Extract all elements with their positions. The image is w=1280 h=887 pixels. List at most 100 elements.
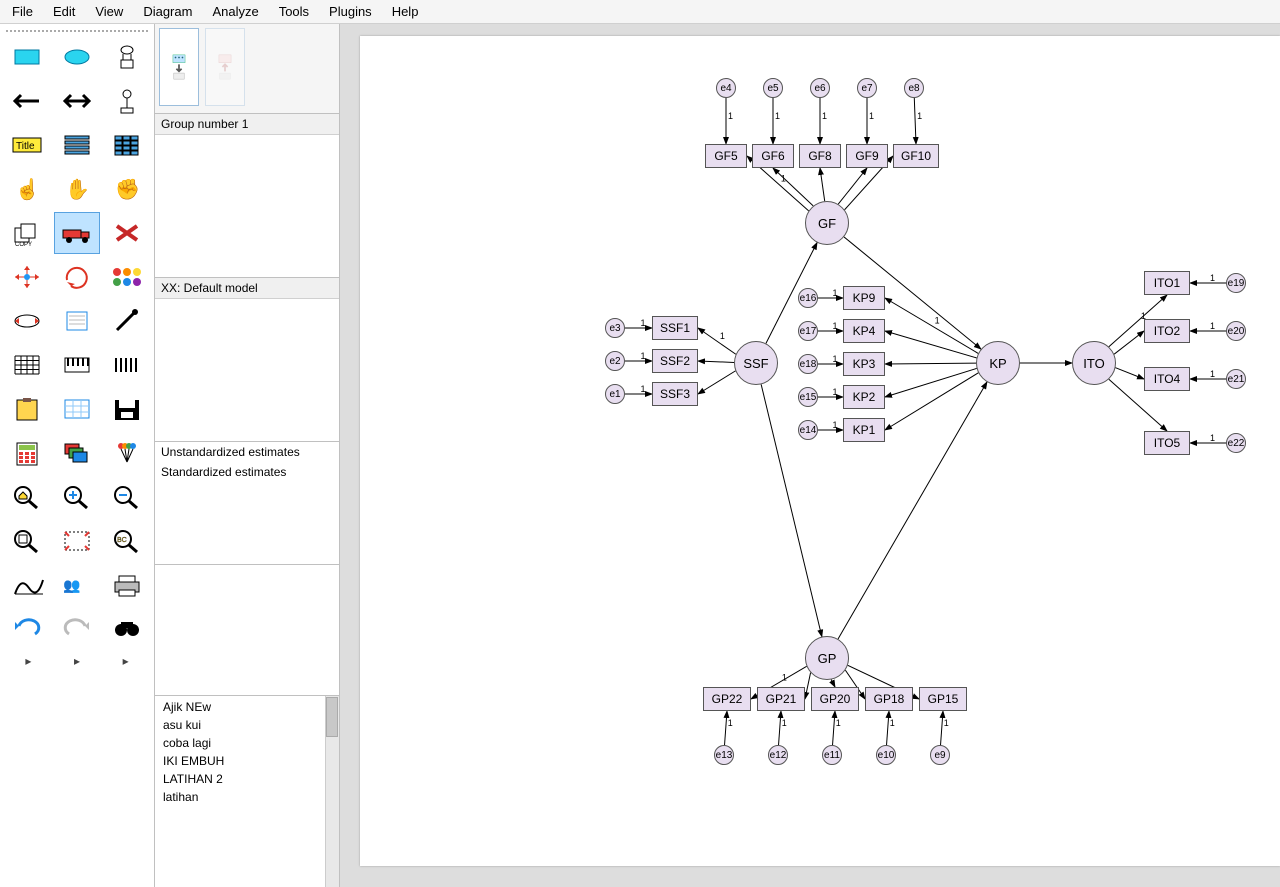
observed-GP21[interactable]: GP21 <box>757 687 805 711</box>
tool-zoom-page[interactable] <box>4 520 50 562</box>
error-e5[interactable]: e5 <box>763 78 783 98</box>
canvas-area[interactable]: 111111111111111111111111111 GFSSFKPITOGP… <box>340 24 1280 887</box>
file-item[interactable]: asu kui <box>155 716 339 734</box>
latent-GF[interactable]: GF <box>805 201 849 245</box>
error-e12[interactable]: e12 <box>768 745 788 765</box>
error-e15[interactable]: e15 <box>798 387 818 407</box>
observed-GF8[interactable]: GF8 <box>799 144 841 168</box>
tool-curve[interactable] <box>4 564 50 606</box>
tool-indicator[interactable] <box>104 36 150 78</box>
groups-header[interactable]: Group number 1 <box>155 114 339 135</box>
files-scrollbar[interactable] <box>325 696 339 887</box>
observed-SSF3[interactable]: SSF3 <box>652 382 698 406</box>
tool-loop[interactable] <box>4 300 50 342</box>
tool-copy[interactable]: COPY <box>4 212 50 254</box>
latent-KP[interactable]: KP <box>976 341 1020 385</box>
tool-delete-x[interactable] <box>104 212 150 254</box>
error-e22[interactable]: e22 <box>1226 433 1246 453</box>
tool-wand[interactable] <box>104 300 150 342</box>
tool-scroll[interactable] <box>54 300 100 342</box>
observed-KP9[interactable]: KP9 <box>843 286 885 310</box>
observed-GF10[interactable]: GF10 <box>893 144 939 168</box>
menu-view[interactable]: View <box>85 0 133 23</box>
error-e3[interactable]: e3 <box>605 318 625 338</box>
models-header[interactable]: XX: Default model <box>155 278 339 299</box>
tool-arrow-left[interactable] <box>4 80 50 122</box>
tool-title[interactable]: Title <box>4 124 50 166</box>
tool-piano2[interactable] <box>104 344 150 386</box>
error-e6[interactable]: e6 <box>810 78 830 98</box>
observed-GF6[interactable]: GF6 <box>752 144 794 168</box>
error-e16[interactable]: e16 <box>798 288 818 308</box>
observed-GP18[interactable]: GP18 <box>865 687 913 711</box>
tool-zoom-out[interactable] <box>104 476 150 518</box>
tool-fit[interactable] <box>54 520 100 562</box>
calculate-estimates-button[interactable] <box>159 28 199 106</box>
estimate-option[interactable]: Unstandardized estimates <box>155 442 339 462</box>
menu-analyze[interactable]: Analyze <box>202 0 268 23</box>
error-e19[interactable]: e19 <box>1226 273 1246 293</box>
file-item[interactable]: IKI EMBUH <box>155 752 339 770</box>
tool-move-all[interactable] <box>4 256 50 298</box>
tool-grid[interactable] <box>4 344 50 386</box>
tool-redo[interactable] <box>54 608 100 650</box>
observed-KP1[interactable]: KP1 <box>843 418 885 442</box>
tool-rotate[interactable] <box>54 256 100 298</box>
observed-KP3[interactable]: KP3 <box>843 352 885 376</box>
scrollbar-thumb[interactable] <box>326 697 338 737</box>
tool-binoculars[interactable] <box>104 608 150 650</box>
error-e10[interactable]: e10 <box>876 745 896 765</box>
tool-zoom-abc[interactable]: BC <box>104 520 150 562</box>
copy-to-clipboard-button[interactable] <box>205 28 245 106</box>
tool-bouquet[interactable] <box>104 432 150 474</box>
observed-ITO5[interactable]: ITO5 <box>1144 431 1190 455</box>
observed-GP15[interactable]: GP15 <box>919 687 967 711</box>
file-item[interactable]: LATIHAN 2 <box>155 770 339 788</box>
tool-lollipop[interactable] <box>104 80 150 122</box>
error-e14[interactable]: e14 <box>798 420 818 440</box>
menu-tools[interactable]: Tools <box>269 0 319 23</box>
tool-undo[interactable] <box>4 608 50 650</box>
tool-clipboard[interactable] <box>4 388 50 430</box>
observed-GP20[interactable]: GP20 <box>811 687 859 711</box>
error-e8[interactable]: e8 <box>904 78 924 98</box>
tool-people1[interactable]: 👥 <box>54 564 100 606</box>
tool-form-grid[interactable] <box>104 124 150 166</box>
tool-zoom-in[interactable] <box>54 476 100 518</box>
menu-diagram[interactable]: Diagram <box>133 0 202 23</box>
error-e13[interactable]: e13 <box>714 745 734 765</box>
latent-ITO[interactable]: ITO <box>1072 341 1116 385</box>
observed-GP22[interactable]: GP22 <box>703 687 751 711</box>
tool-hand-point[interactable]: ☝ <box>4 168 50 210</box>
observed-KP4[interactable]: KP4 <box>843 319 885 343</box>
tool-piano1[interactable] <box>54 344 100 386</box>
observed-ITO1[interactable]: ITO1 <box>1144 271 1190 295</box>
tool-zoom-home[interactable] <box>4 476 50 518</box>
tool-save[interactable] <box>104 388 150 430</box>
error-e18[interactable]: e18 <box>798 354 818 374</box>
tool-form-lines[interactable] <box>54 124 100 166</box>
file-item[interactable]: Ajik NEw <box>155 698 339 716</box>
error-e2[interactable]: e2 <box>605 351 625 371</box>
estimate-option[interactable]: Standardized estimates <box>155 462 339 482</box>
error-e21[interactable]: e21 <box>1226 369 1246 389</box>
observed-SSF1[interactable]: SSF1 <box>652 316 698 340</box>
latent-GP[interactable]: GP <box>805 636 849 680</box>
observed-SSF2[interactable]: SSF2 <box>652 349 698 373</box>
menu-edit[interactable]: Edit <box>43 0 85 23</box>
tool-cascade[interactable] <box>54 432 100 474</box>
error-e11[interactable]: e11 <box>822 745 842 765</box>
menu-help[interactable]: Help <box>382 0 429 23</box>
error-e9[interactable]: e9 <box>930 745 950 765</box>
tool-printer[interactable] <box>104 564 150 606</box>
file-item[interactable]: coba lagi <box>155 734 339 752</box>
latent-SSF[interactable]: SSF <box>734 341 778 385</box>
error-e1[interactable]: e1 <box>605 384 625 404</box>
tool-arrow-both[interactable] <box>54 80 100 122</box>
observed-GF5[interactable]: GF5 <box>705 144 747 168</box>
tool-calc[interactable] <box>4 432 50 474</box>
observed-ITO4[interactable]: ITO4 <box>1144 367 1190 391</box>
menu-file[interactable]: File <box>2 0 43 23</box>
file-item[interactable]: latihan <box>155 788 339 806</box>
tool-truck[interactable] <box>54 212 100 254</box>
